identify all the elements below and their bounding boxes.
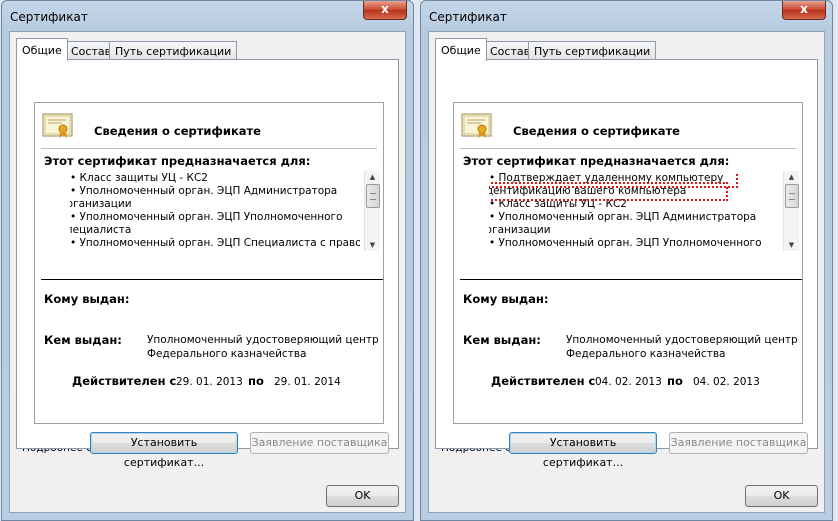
purpose-item-continuation: специалиста xyxy=(70,224,132,236)
certificate-info-box: Сведения о сертификате Этот сертификат п… xyxy=(34,102,384,424)
purpose-item-continuation: организации xyxy=(489,224,551,236)
title-bar[interactable]: Сертификат x xyxy=(2,1,413,31)
issued-by-label: Кем выдан: xyxy=(463,333,541,347)
purpose-item: • Уполномоченный орган. ЭЦП Уполномоченн… xyxy=(70,211,343,223)
valid-from-value: 29. 01. 2013 xyxy=(176,376,243,388)
certificate-dialog-left: Сертификат x Общие Состав Путь сертифика… xyxy=(1,0,414,521)
purpose-item: • Класс защиты УЦ - КС2 xyxy=(70,172,208,184)
purpose-list[interactable]: • Подтверждает удаленному компьютеру иден… xyxy=(489,172,779,254)
title-bar[interactable]: Сертификат x xyxy=(421,1,832,31)
window-title: Сертификат xyxy=(429,10,507,24)
certificate-info-box: Сведения о сертификате Этот сертификат п… xyxy=(453,102,803,424)
certificate-dialog-right: Сертификат x Общие Состав Путь сертифика… xyxy=(420,0,833,521)
issued-to-label: Кому выдан: xyxy=(44,292,130,306)
purpose-item: • Класс защиты УЦ - КС2 xyxy=(489,198,627,210)
window-title: Сертификат xyxy=(10,10,88,24)
scroll-thumb[interactable] xyxy=(785,184,799,208)
certificate-icon xyxy=(461,113,492,138)
purpose-item: • Уполномоченный орган. ЭЦП Специалиста … xyxy=(70,237,360,249)
info-title: Сведения о сертификате xyxy=(513,124,680,138)
divider xyxy=(41,279,383,280)
valid-to-value: 29. 01. 2014 xyxy=(274,376,341,388)
tab-panel-general: Сведения о сертификате Этот сертификат п… xyxy=(435,59,818,469)
purpose-item: • Уполномоченный орган. ЭЦП Администрато… xyxy=(70,185,338,197)
install-certificate-button[interactable]: Установить сертификат... xyxy=(509,432,657,469)
purpose-item-continuation: идентификацию вашего компьютера xyxy=(489,182,728,201)
divider xyxy=(41,148,377,149)
close-button[interactable]: x xyxy=(363,1,407,20)
issuer-statement-button[interactable]: Заявление поставщика xyxy=(250,432,389,454)
dialog-client-area: Общие Состав Путь сертификации Сведения … xyxy=(428,31,825,513)
tab-general[interactable]: Общие xyxy=(435,38,487,61)
issued-by-line-2: Федерального казначейства xyxy=(147,348,307,360)
scroll-up-arrow-icon[interactable]: ▲ xyxy=(784,171,799,183)
valid-from-value: 04. 02. 2013 xyxy=(595,376,662,388)
purpose-scrollbar[interactable]: ▲ ▼ xyxy=(783,171,799,251)
scroll-down-arrow-icon[interactable]: ▼ xyxy=(365,239,380,251)
scroll-thumb[interactable] xyxy=(366,184,380,208)
tab-general[interactable]: Общие xyxy=(16,38,68,61)
divider xyxy=(460,148,796,149)
valid-to-value: 04. 02. 2013 xyxy=(693,376,760,388)
issued-by-label: Кем выдан: xyxy=(44,333,122,347)
scroll-up-arrow-icon[interactable]: ▲ xyxy=(365,171,380,183)
issued-by-line-1: Уполномоченный удостоверяющий центр xyxy=(566,334,798,346)
certificate-icon xyxy=(42,113,73,138)
close-icon: x xyxy=(381,2,389,16)
close-icon: x xyxy=(800,2,808,16)
valid-to-label: по xyxy=(248,374,264,388)
issued-by-line-1: Уполномоченный удостоверяющий центр xyxy=(147,334,379,346)
close-button[interactable]: x xyxy=(782,1,826,20)
dialog-client-area: Общие Состав Путь сертификации Сведения … xyxy=(9,31,406,513)
info-title: Сведения о сертификате xyxy=(94,124,261,138)
purpose-item: • Уполномоченный орган. ЭЦП Администрато… xyxy=(489,211,757,223)
install-certificate-button[interactable]: Установить сертификат... xyxy=(90,432,238,469)
purpose-heading: Этот сертификат предназначается для: xyxy=(44,154,311,168)
purpose-item: • Уполномоченный орган. ЭЦП Уполномоченн… xyxy=(489,237,762,249)
divider xyxy=(460,279,802,280)
purpose-list[interactable]: • Класс защиты УЦ - КС2 • Уполномоченный … xyxy=(70,172,360,254)
purpose-item: • Подтверждает удаленному компьютеру xyxy=(489,172,738,188)
tab-certification-path[interactable]: Путь сертификации xyxy=(528,41,657,60)
purpose-heading: Этот сертификат предназначается для: xyxy=(463,154,730,168)
issued-by-line-2: Федерального казначейства xyxy=(566,348,726,360)
issuer-statement-button[interactable]: Заявление поставщика xyxy=(669,432,808,454)
tab-panel-general: Сведения о сертификате Этот сертификат п… xyxy=(16,59,399,469)
tab-certification-path[interactable]: Путь сертификации xyxy=(109,41,238,60)
purpose-item-continuation: организации xyxy=(70,198,132,210)
valid-to-label: по xyxy=(667,374,683,388)
scroll-down-arrow-icon[interactable]: ▼ xyxy=(784,239,799,251)
ok-button[interactable]: OK xyxy=(326,485,399,507)
valid-from-label: Действителен с xyxy=(72,374,177,388)
issued-to-label: Кому выдан: xyxy=(463,292,549,306)
purpose-scrollbar[interactable]: ▲ ▼ xyxy=(364,171,380,251)
valid-from-label: Действителен с xyxy=(491,374,596,388)
ok-button[interactable]: OK xyxy=(745,485,818,507)
